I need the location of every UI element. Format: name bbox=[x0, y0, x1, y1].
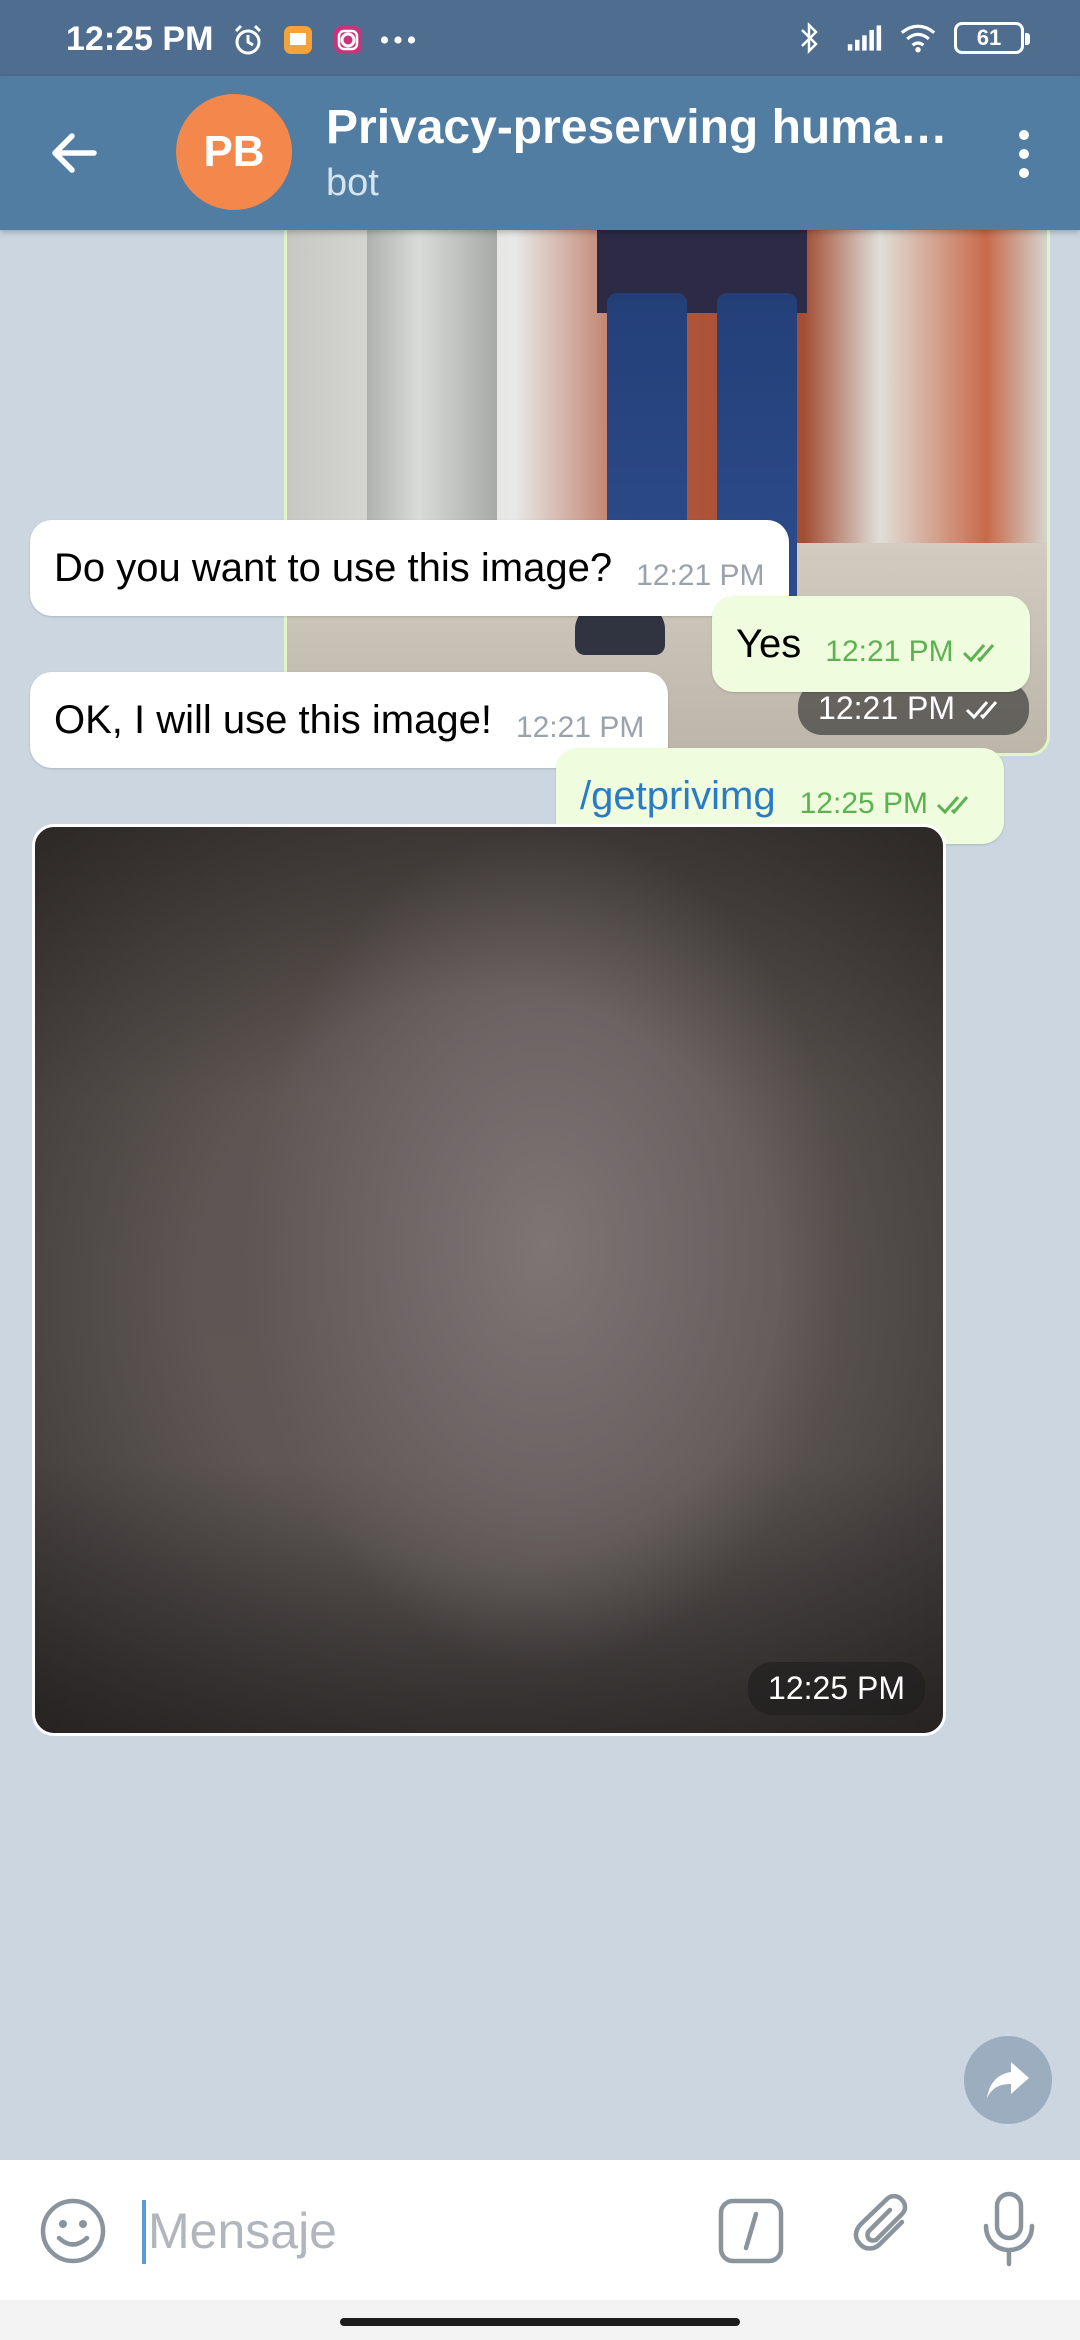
outgoing-message[interactable]: Yes 12:21 PM bbox=[712, 596, 1030, 692]
battery-indicator: 61 bbox=[954, 22, 1030, 54]
incoming-message[interactable]: Do you want to use this image? 12:21 PM bbox=[30, 520, 789, 616]
share-arrow-icon bbox=[987, 2062, 1029, 2098]
message-time: 12:25 PM bbox=[800, 787, 980, 821]
message-time: 12:25 PM bbox=[748, 1662, 925, 1715]
message-text: OK, I will use this image! bbox=[54, 697, 492, 742]
voice-message-button[interactable] bbox=[972, 2190, 1046, 2270]
chat-messages[interactable]: 12:21 PM Do you want to use this image? … bbox=[0, 230, 1080, 2160]
message-input[interactable] bbox=[148, 2196, 668, 2266]
double-check-icon bbox=[962, 644, 994, 663]
share-button[interactable] bbox=[964, 2036, 1052, 2124]
microphone-icon bbox=[983, 2191, 1035, 2267]
more-options-button[interactable] bbox=[996, 122, 1052, 186]
bluetooth-icon bbox=[792, 20, 828, 56]
message-time: 12:21 PM bbox=[825, 635, 1005, 669]
status-left-icons bbox=[230, 22, 416, 58]
chat-header: PB Privacy-preserving human… bot bbox=[0, 76, 1080, 230]
received-photo-message[interactable]: 12:25 PM bbox=[32, 824, 946, 1736]
double-check-icon bbox=[936, 796, 969, 815]
message-time-text: 12:25 PM bbox=[799, 787, 929, 820]
signal-icon bbox=[846, 20, 882, 56]
status-bar: 12:25 PM 61 bbox=[0, 0, 1080, 76]
message-time: 12:21 PM bbox=[636, 559, 765, 592]
more-dots-icon bbox=[380, 22, 416, 58]
attach-button[interactable] bbox=[848, 2192, 922, 2266]
arrow-left-icon bbox=[52, 133, 97, 173]
message-text: Do you want to use this image? bbox=[54, 545, 613, 590]
message-input-bar bbox=[0, 2160, 1080, 2300]
message-time-text: 12:21 PM bbox=[818, 690, 955, 726]
home-gesture-handle[interactable] bbox=[340, 2318, 740, 2326]
back-button[interactable] bbox=[42, 120, 108, 186]
message-text: Yes bbox=[736, 621, 802, 666]
slash-command-icon bbox=[718, 2198, 784, 2264]
status-time: 12:25 PM bbox=[66, 20, 214, 58]
status-right-icons: 61 bbox=[792, 20, 1030, 56]
chat-subtitle: bot bbox=[326, 162, 379, 204]
notes-app-icon bbox=[280, 22, 316, 58]
system-navigation-bar bbox=[0, 2300, 1080, 2340]
paperclip-icon bbox=[853, 2193, 908, 2251]
menu-dot-icon bbox=[1019, 130, 1029, 140]
smiley-icon bbox=[40, 2198, 106, 2264]
double-check-icon bbox=[965, 700, 998, 719]
instagram-icon bbox=[330, 22, 366, 58]
text-cursor bbox=[142, 2200, 146, 2264]
chat-title[interactable]: Privacy-preserving human… bbox=[326, 100, 956, 155]
photo-content bbox=[35, 827, 943, 1733]
message-time: 12:21 PM bbox=[515, 711, 645, 744]
emoji-button[interactable] bbox=[38, 2196, 108, 2266]
avatar[interactable]: PB bbox=[176, 94, 292, 210]
wifi-icon bbox=[900, 20, 936, 56]
bot-command-link[interactable]: /getprivimg bbox=[580, 774, 776, 819]
menu-dot-icon bbox=[1019, 149, 1029, 159]
menu-dot-icon bbox=[1019, 168, 1029, 178]
alarm-icon bbox=[230, 22, 266, 58]
bot-commands-button[interactable] bbox=[716, 2196, 786, 2266]
message-time-text: 12:21 PM bbox=[825, 635, 954, 668]
